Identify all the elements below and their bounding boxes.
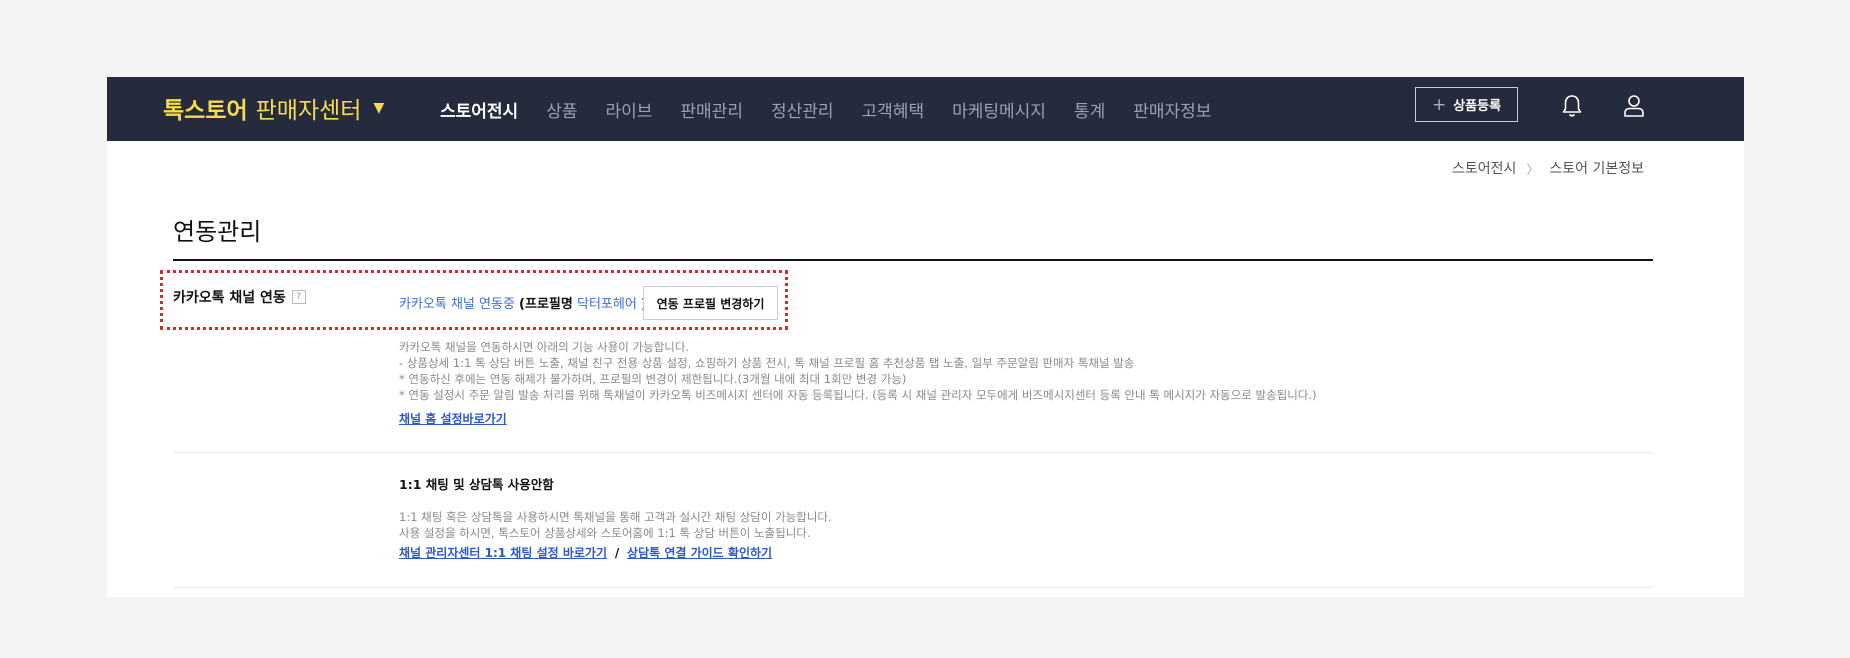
nav-item-seller-info[interactable]: 판매자정보 — [1133, 97, 1211, 122]
register-product-label: 상품등록 — [1453, 99, 1502, 114]
nav-item-benefits[interactable]: 고객혜택 — [862, 97, 925, 122]
breadcrumb: 스토어전시 〉 스토어 기본정보 — [1452, 158, 1644, 178]
breadcrumb-item-current: 스토어 기본정보 — [1549, 161, 1644, 177]
nav-item-marketing[interactable]: 마케팅메시지 — [952, 97, 1046, 122]
chat-settings-link[interactable]: 채널 관리자센터 1:1 채팅 설정 바로가기 — [399, 546, 607, 560]
kakao-channel-label: 카카오톡 채널 연동 ? — [173, 287, 306, 307]
help-icon[interactable]: ? — [291, 290, 306, 304]
desc-line: * 연동 설정시 주문 알림 발송 처리를 위해 톡채널이 카카오톡 비즈메시지… — [399, 388, 1317, 402]
profile-paren-open: (프로필명 — [519, 297, 573, 312]
profile-name: 닥터포헤어 — [576, 297, 637, 312]
breadcrumb-item[interactable]: 스토어전시 — [1452, 158, 1516, 178]
plus-icon: + — [1431, 94, 1447, 115]
counsel-guide-link[interactable]: 상담톡 연결 가이드 확인하기 — [627, 546, 772, 560]
top-navigation-bar: 톡스토어 판매자센터 ▼ 스토어전시 상품 라이브 판매관리 정산관리 고객혜택… — [107, 77, 1744, 141]
kakao-description: 카카오톡 채널을 연동하시면 아래의 기능 사용이 가능합니다. - 상품상세 … — [399, 339, 1317, 403]
nav-item-live[interactable]: 라이브 — [605, 97, 652, 122]
chat-status-title: 1:1 채팅 및 상담톡 사용안함 — [399, 477, 554, 492]
section-divider — [173, 587, 1653, 588]
register-product-button[interactable]: + 상품등록 — [1415, 87, 1518, 122]
desc-line: * 연동하신 후에는 연동 해제가 불가하며, 프로필의 변경이 제한됩니다.(… — [399, 372, 907, 386]
kakao-status-text: 카카오톡 채널 연동중 — [399, 297, 515, 312]
chat-links: 채널 관리자센터 1:1 채팅 설정 바로가기 / 상담톡 연결 가이드 확인하… — [399, 544, 772, 561]
brand-main: 톡스토어 — [163, 98, 248, 124]
kakao-channel-label-text: 카카오톡 채널 연동 — [173, 290, 286, 306]
channel-home-link[interactable]: 채널 홈 설정바로가기 — [399, 410, 507, 427]
desc-line: 1:1 채팅 혹은 상담톡을 사용하시면 톡채널을 통해 고객과 실시간 채팅 … — [399, 510, 832, 524]
brand-logo[interactable]: 톡스토어 판매자센터 ▼ — [163, 90, 384, 126]
link-separator: / — [614, 546, 620, 560]
page-title: 연동관리 — [173, 218, 262, 246]
section-divider — [173, 452, 1653, 453]
nav-item-store-display[interactable]: 스토어전시 — [440, 97, 518, 122]
chevron-down-icon[interactable]: ▼ — [373, 100, 384, 116]
nav-item-settlement[interactable]: 정산관리 — [771, 97, 834, 122]
bell-icon[interactable] — [1560, 93, 1584, 119]
desc-line: 사용 설정을 하시면, 톡스토어 상품상세와 스토어홈에 1:1 톡 상담 버튼… — [399, 526, 811, 540]
chevron-right-icon: 〉 — [1526, 162, 1540, 178]
brand-sub: 판매자센터 — [255, 98, 362, 124]
nav-item-sales[interactable]: 판매관리 — [680, 97, 743, 122]
nav-item-products[interactable]: 상품 — [546, 97, 577, 122]
nav-item-stats[interactable]: 통계 — [1074, 97, 1105, 122]
desc-line: 카카오톡 채널을 연동하시면 아래의 기능 사용이 가능합니다. — [399, 340, 690, 354]
change-profile-button[interactable]: 연동 프로필 변경하기 — [643, 286, 778, 320]
kakao-status: 카카오톡 채널 연동중 (프로필명 닥터포헤어 ) — [399, 293, 647, 312]
main-nav: 스토어전시 상품 라이브 판매관리 정산관리 고객혜택 마케팅메시지 통계 판매… — [440, 91, 1211, 127]
app-frame: 톡스토어 판매자센터 ▼ 스토어전시 상품 라이브 판매관리 정산관리 고객혜택… — [107, 77, 1744, 597]
chat-description: 1:1 채팅 혹은 상담톡을 사용하시면 톡채널을 통해 고객과 실시간 채팅 … — [399, 509, 832, 541]
user-icon[interactable] — [1622, 93, 1646, 119]
desc-line: - 상품상세 1:1 톡 상담 버튼 노출, 채널 친구 전용 상품 설정, 쇼… — [399, 356, 1135, 370]
title-divider — [173, 259, 1653, 261]
